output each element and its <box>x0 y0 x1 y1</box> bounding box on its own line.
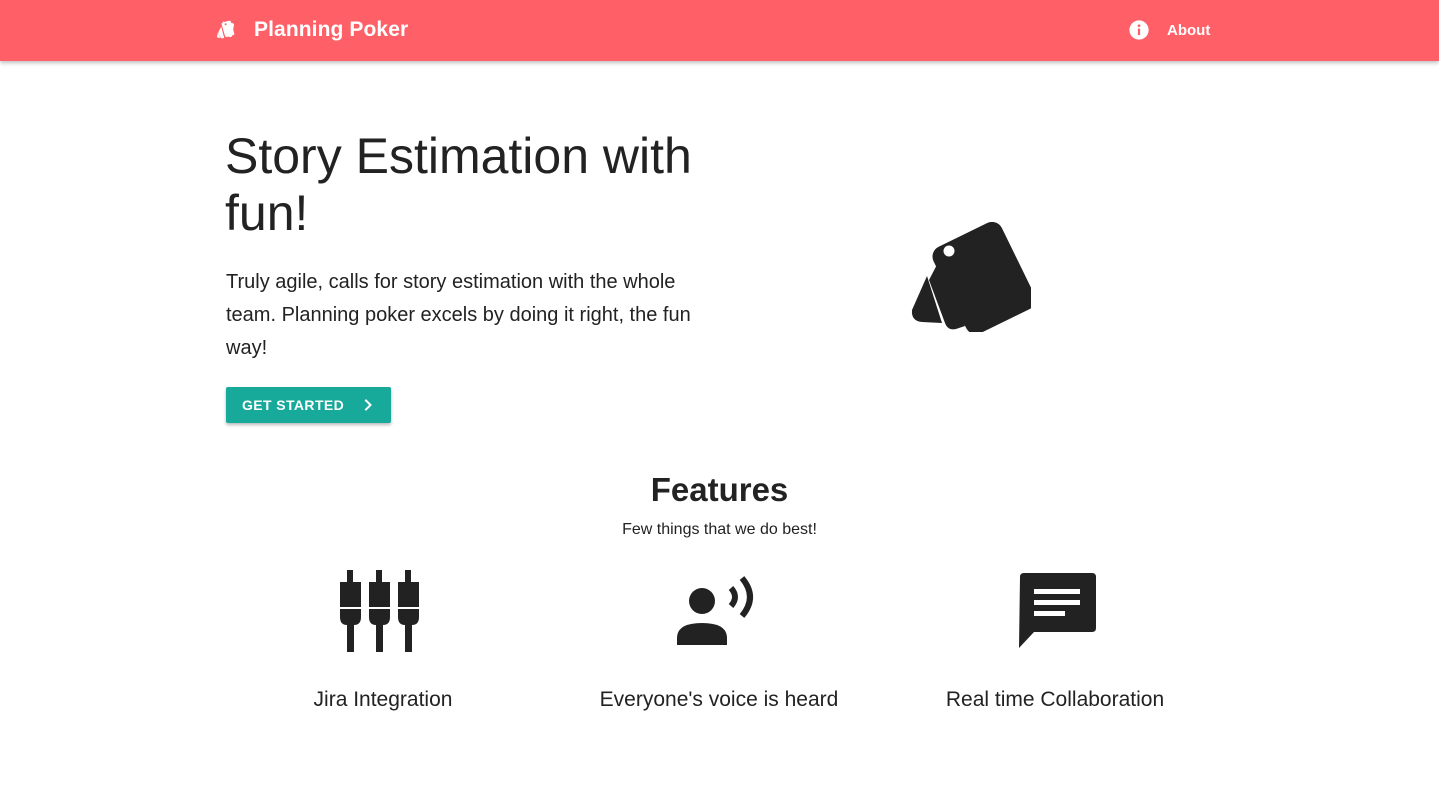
chat-icon <box>1019 573 1096 648</box>
features-subtitle: Few things that we do best! <box>622 521 817 538</box>
brand-home-link[interactable]: Planning Poker <box>214 15 408 45</box>
info-icon <box>1129 20 1149 40</box>
feature-jira-integration: Jira Integration <box>213 565 553 725</box>
features-title: Features <box>650 471 789 508</box>
record-voice-icon <box>677 576 753 645</box>
feature-everyones-voice: Everyone's voice is heard <box>549 565 889 725</box>
chevron-right-icon <box>364 399 372 411</box>
app-title: Planning Poker <box>254 18 409 41</box>
feature-real-time-collaboration: Real time Collaboration <box>885 565 1225 725</box>
cards-icon <box>217 20 235 39</box>
about-link[interactable]: About <box>1128 18 1210 42</box>
about-label: About <box>1167 21 1211 39</box>
plugs-icon <box>340 570 419 652</box>
app-root: Planning Poker About Story Estimation wi… <box>0 0 1439 790</box>
cards-icon <box>911 222 1031 332</box>
feature-label: Jira Integration <box>313 688 453 711</box>
hero-description: Truly agile, calls for story estimation … <box>226 271 691 359</box>
top-app-bar: Planning Poker About <box>0 0 1439 61</box>
feature-label: Real time Collaboration <box>945 688 1165 711</box>
feature-label: Everyone's voice is heard <box>599 688 839 711</box>
hero-title: Story Estimation with fun! <box>225 128 692 241</box>
get-started-label: GET STARTED <box>242 397 345 413</box>
get-started-button[interactable]: GET STARTED <box>226 387 391 423</box>
